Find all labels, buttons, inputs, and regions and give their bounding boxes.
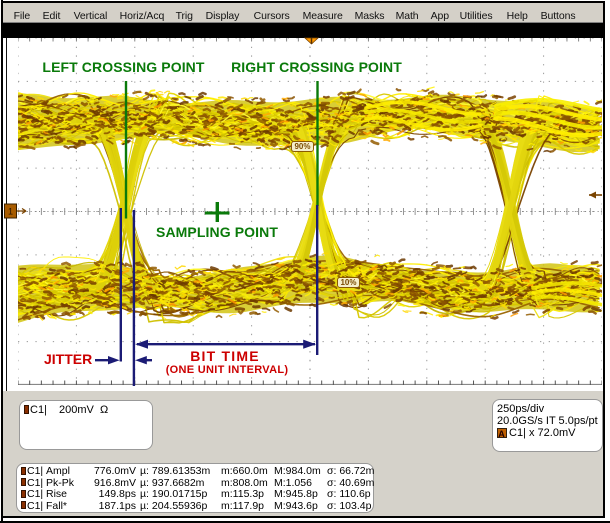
svg-text:1: 1 [8, 207, 13, 217]
